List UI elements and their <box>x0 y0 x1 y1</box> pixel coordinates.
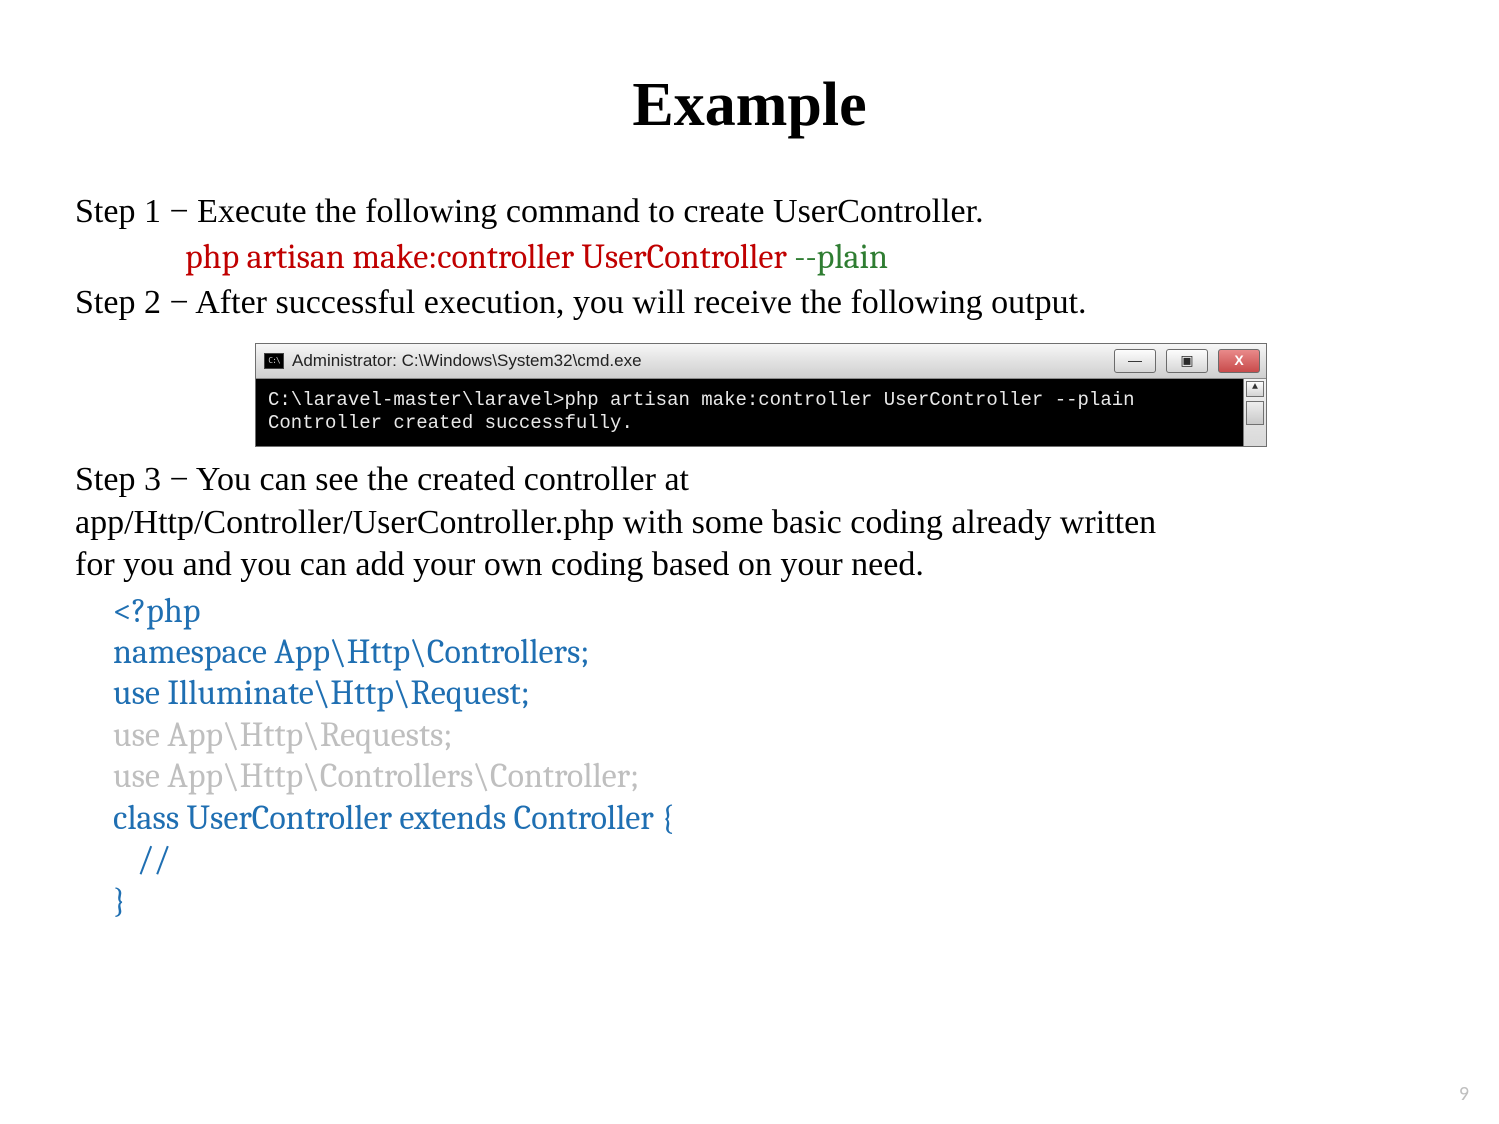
terminal-title: Administrator: C:\Windows\System32\cmd.e… <box>292 350 642 371</box>
page-number: 9 <box>1459 1082 1469 1106</box>
scroll-thumb[interactable] <box>1246 401 1264 425</box>
step3-line1: Step 3 − You can see the created control… <box>75 459 1424 502</box>
step1-text: Step 1 − Execute the following command t… <box>75 191 1424 234</box>
php-code: <?php namespace App\Http\Controllers; us… <box>113 591 1424 923</box>
minimize-button[interactable]: — <box>1114 349 1156 373</box>
page-title: Example <box>75 70 1424 141</box>
artisan-command: php artisan make:controller UserControll… <box>185 236 1424 279</box>
close-button[interactable]: X <box>1218 349 1260 373</box>
command-flag: --plain <box>794 237 888 277</box>
body: Step 1 − Execute the following command t… <box>75 191 1424 922</box>
slide: Example Step 1 − Execute the following c… <box>0 0 1499 1124</box>
maximize-button[interactable]: ▣ <box>1166 349 1208 373</box>
code-l8: // <box>113 839 1424 880</box>
code-l4: use App\Http\Requests; <box>113 715 1424 756</box>
terminal-line-1: C:\laravel-master\laravel>php artisan ma… <box>268 389 1135 411</box>
step3-block: Step 3 − You can see the created control… <box>75 459 1424 587</box>
cmd-icon: C:\ <box>264 353 284 369</box>
code-l2: namespace App\Http\Controllers; <box>113 632 1424 673</box>
terminal-window: C:\ Administrator: C:\Windows\System32\c… <box>255 343 1267 448</box>
cmd-icon-label: C:\ <box>268 356 279 366</box>
step3-line2: app/Http/Controller/UserController.php w… <box>75 502 1424 545</box>
code-l3: use Illuminate\Http\Request; <box>113 673 1424 714</box>
code-l7: class UserController extends Controller … <box>113 798 1424 839</box>
terminal-scrollbar[interactable]: ▲ <box>1243 379 1266 447</box>
step2-text: Step 2 − After successful execution, you… <box>75 282 1424 325</box>
code-l5: use App\Http\Controllers\Controller; <box>113 756 1424 797</box>
code-l1: <?php <box>113 591 1424 632</box>
scroll-up-icon[interactable]: ▲ <box>1246 381 1264 397</box>
code-l9: } <box>113 881 1424 922</box>
command-main: php artisan make:controller UserControll… <box>185 237 794 277</box>
terminal-titlebar: C:\ Administrator: C:\Windows\System32\c… <box>256 344 1266 379</box>
terminal-body: C:\laravel-master\laravel>php artisan ma… <box>256 379 1266 447</box>
step3-line3: for you and you can add your own coding … <box>75 544 1424 587</box>
terminal-line-2: Controller created successfully. <box>268 412 633 434</box>
